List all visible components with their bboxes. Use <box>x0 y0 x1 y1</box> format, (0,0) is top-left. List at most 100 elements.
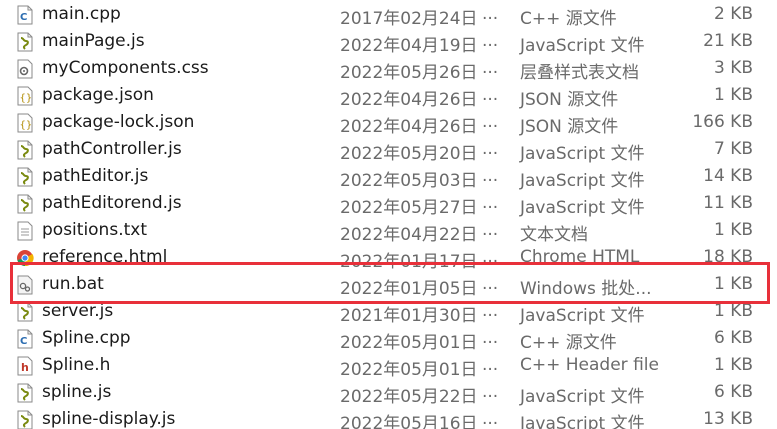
file-type: JSON 源文件 <box>520 90 619 110</box>
file-date: 2022年05月16日 <box>340 414 478 429</box>
js-file-icon <box>16 167 34 187</box>
file-type: JavaScript 文件 <box>520 36 645 56</box>
file-date-ellipsis: ... <box>482 301 499 321</box>
file-date-ellipsis: ... <box>482 328 499 348</box>
file-date: 2022年04月26日 <box>340 117 478 137</box>
file-type: JavaScript 文件 <box>520 306 645 326</box>
file-name: Spline.h <box>42 355 111 375</box>
file-type: C++ 源文件 <box>520 333 617 353</box>
file-size: 18 KB <box>703 247 753 267</box>
file-row[interactable]: Cmain.cpp 2017年02月24日... C++ 源文件 2 KB <box>0 1 777 29</box>
file-row[interactable]: mainPage.js 2022年04月19日... JavaScript 文件 21… <box>0 28 777 56</box>
file-date-ellipsis: ... <box>482 166 499 186</box>
bat-file-icon <box>16 275 34 295</box>
file-row[interactable]: pathController.js 2022年05月20日... JavaScrip… <box>0 136 777 164</box>
file-row[interactable]: spline-display.js 2022年05月16日... JavaScrip… <box>0 406 777 429</box>
file-row[interactable]: C Spline.cpp 2022年05月01日... C++ 源文件 6 KB <box>0 325 777 353</box>
file-date-ellipsis: ... <box>482 382 499 402</box>
file-type: JavaScript 文件 <box>520 387 645 407</box>
file-row[interactable]: reference.html 2022年01月17日... Chrome HTML 1… <box>0 244 777 272</box>
file-size: 6 KB <box>713 382 753 402</box>
file-date-ellipsis: ... <box>482 31 499 51</box>
file-name: Spline.cpp <box>42 328 131 348</box>
file-date: 2022年05月26日 <box>340 63 478 83</box>
file-date-ellipsis: ... <box>482 220 499 240</box>
file-name: pathController.js <box>42 139 182 159</box>
file-date: 2022年04月26日 <box>340 90 478 110</box>
json-file-icon: {} <box>16 113 34 133</box>
chrome-html-icon <box>16 248 34 268</box>
file-row[interactable]: spline.js 2022年05月22日... JavaScript 文件 6 KB <box>0 379 777 407</box>
file-date-ellipsis: ... <box>482 247 499 267</box>
file-name: pathEditor.js <box>42 166 149 186</box>
file-size: 1 KB <box>713 355 753 375</box>
file-name: main.cpp <box>42 4 121 24</box>
file-name: server.js <box>42 301 114 321</box>
file-size: 166 KB <box>692 112 753 132</box>
file-size: 14 KB <box>703 166 753 186</box>
file-row[interactable]: pathEditor.js 2022年05月03日... JavaScript 文件… <box>0 163 777 191</box>
file-type: JavaScript 文件 <box>520 171 645 191</box>
js-file-icon <box>16 140 34 160</box>
file-date: 2022年05月22日 <box>340 387 478 407</box>
file-name: spline-display.js <box>42 409 176 429</box>
file-size: 21 KB <box>703 31 753 51</box>
file-name: reference.html <box>42 247 168 267</box>
file-date: 2022年04月22日 <box>340 225 478 245</box>
file-type: C++ Header file <box>520 355 659 375</box>
file-name: mainPage.js <box>42 31 145 51</box>
json-file-icon: {} <box>16 86 34 106</box>
file-type: 文本文档 <box>520 225 588 245</box>
file-date: 2022年05月03日 <box>340 171 478 191</box>
file-date: 2021年01月30日 <box>340 306 478 326</box>
js-file-icon <box>16 194 34 214</box>
file-date-ellipsis: ... <box>482 193 499 213</box>
file-size: 13 KB <box>703 409 753 429</box>
svg-text:C: C <box>20 12 27 23</box>
file-date-ellipsis: ... <box>482 139 499 159</box>
svg-text:C: C <box>20 336 27 347</box>
file-size: 1 KB <box>713 85 753 105</box>
cpp-file-icon: C <box>16 5 34 25</box>
file-row[interactable]: server.js 2021年01月30日... JavaScript 文件 1 KB <box>0 298 777 326</box>
file-type: C++ 源文件 <box>520 9 617 29</box>
file-row[interactable]: {} package.json 2022年04月26日... JSON 源文件 1 KB <box>0 82 777 110</box>
file-date-ellipsis: ... <box>482 274 499 294</box>
file-list: Cmain.cpp 2017年02月24日... C++ 源文件 2 KB mainPa… <box>0 0 777 429</box>
file-date: 2017年02月24日 <box>340 9 478 29</box>
header-file-icon: h <box>16 356 34 376</box>
js-file-icon <box>16 32 34 52</box>
file-row[interactable]: {} package-lock.json 2022年04月26日... JSON 源文… <box>0 109 777 137</box>
file-type: JavaScript 文件 <box>520 198 645 218</box>
file-date: 2022年05月27日 <box>340 198 478 218</box>
file-date: 2022年05月20日 <box>340 144 478 164</box>
file-date-ellipsis: ... <box>482 355 499 375</box>
file-size: 7 KB <box>713 139 753 159</box>
file-type: 层叠样式表文档 <box>520 63 639 83</box>
file-size: 6 KB <box>713 328 753 348</box>
file-date: 2022年01月05日 <box>340 279 478 299</box>
file-row[interactable]: myComponents.css 2022年05月26日... 层叠样式表文档 3 K… <box>0 55 777 83</box>
file-type: JavaScript 文件 <box>520 414 645 429</box>
file-date-ellipsis: ... <box>482 409 499 429</box>
file-type: Chrome HTML <box>520 247 640 267</box>
file-date-ellipsis: ... <box>482 4 499 24</box>
css-file-icon <box>16 59 34 79</box>
file-date: 2022年05月01日 <box>340 333 478 353</box>
svg-text:{}: {} <box>20 93 33 104</box>
file-name: package.json <box>42 85 154 105</box>
file-row[interactable]: run.bat 2022年01月05日... Windows 批处... 1 KB <box>0 271 777 299</box>
file-date-ellipsis: ... <box>482 85 499 105</box>
file-size: 1 KB <box>713 274 753 294</box>
file-date: 2022年05月01日 <box>340 360 478 380</box>
file-type: JavaScript 文件 <box>520 144 645 164</box>
file-name: run.bat <box>42 274 104 294</box>
file-date-ellipsis: ... <box>482 112 499 132</box>
file-row[interactable]: h Spline.h 2022年05月01日... C++ Header file 1 … <box>0 352 777 380</box>
file-row[interactable]: positions.txt 2022年04月22日... 文本文档 1 KB <box>0 217 777 245</box>
js-file-icon <box>16 383 34 403</box>
file-name: spline.js <box>42 382 112 402</box>
file-name: pathEditorend.js <box>42 193 182 213</box>
file-type: Windows 批处... <box>520 279 652 299</box>
file-row[interactable]: pathEditorend.js 2022年05月27日... JavaScript… <box>0 190 777 218</box>
